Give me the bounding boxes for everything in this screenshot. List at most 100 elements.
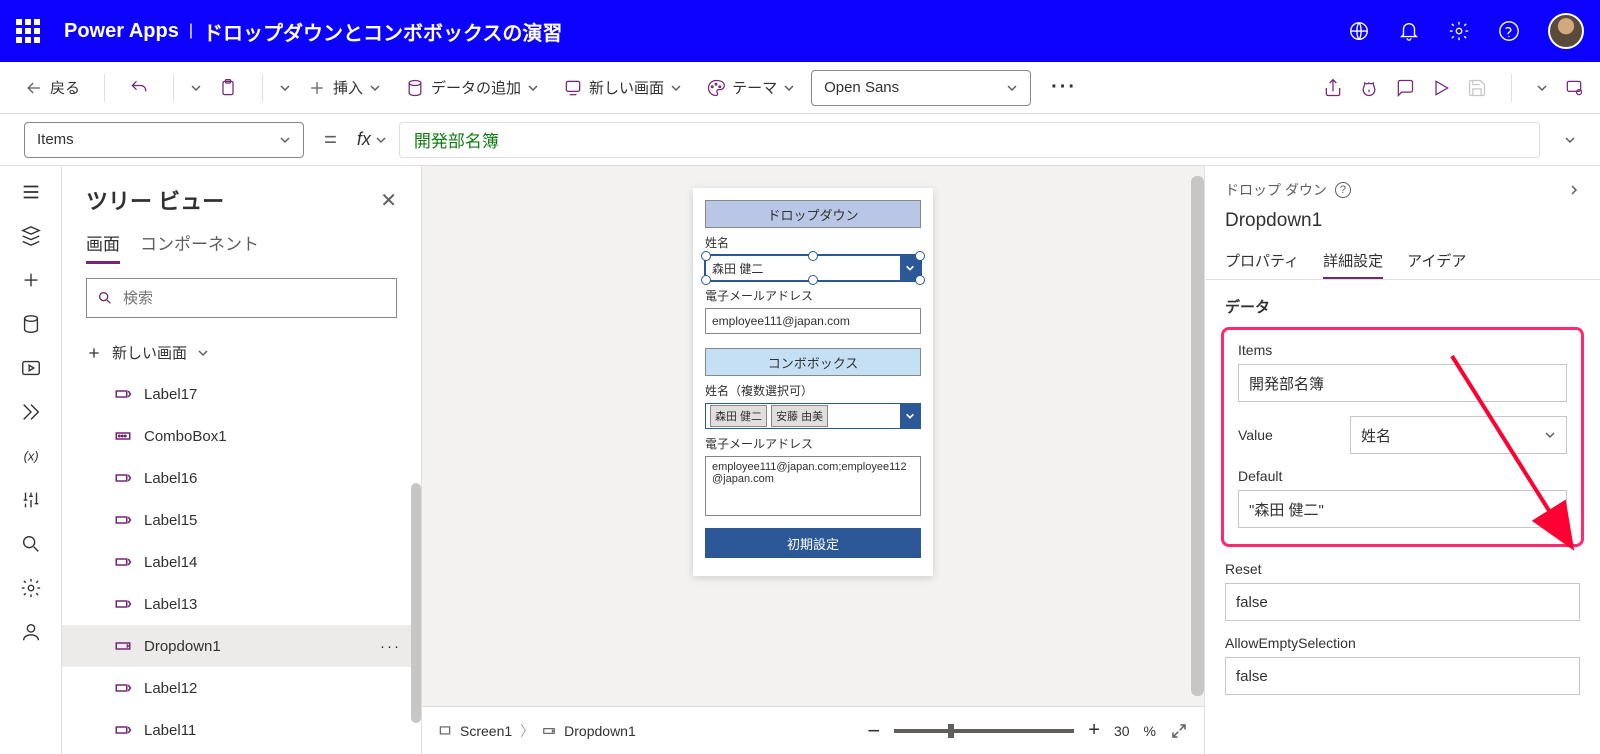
tree-item-label: Label15	[144, 512, 197, 529]
scrollbar[interactable]	[1191, 176, 1204, 696]
dropdown-section-header: ドロップダウン	[705, 200, 921, 228]
gear-icon[interactable]	[1448, 20, 1470, 42]
tree-item[interactable]: ComboBox1	[62, 415, 421, 457]
chevron-down-icon	[900, 404, 920, 428]
info-icon[interactable]: ?	[1335, 182, 1351, 198]
zoom-in[interactable]: +	[1088, 719, 1100, 742]
property-dropdown[interactable]: Items	[24, 122, 304, 158]
section-data: データ	[1225, 296, 1580, 317]
reset-input[interactable]: false	[1225, 583, 1580, 621]
property-value: Items	[37, 131, 74, 148]
fx-label[interactable]: fx	[357, 129, 387, 150]
rail-tree-view[interactable]	[19, 224, 43, 248]
back-button[interactable]: 戻る	[16, 73, 88, 102]
cb-email-field[interactable]: employee111@japan.com;employee112@japan.…	[705, 456, 921, 516]
more-button[interactable]: ···	[1039, 76, 1089, 99]
back-label: 戻る	[50, 77, 80, 98]
email-field[interactable]: employee111@japan.com	[705, 308, 921, 334]
tree-item[interactable]: Label14	[62, 541, 421, 583]
cb-name-label: 姓名（複数選択可）	[705, 382, 921, 399]
tab-properties[interactable]: プロパティ	[1225, 244, 1299, 280]
bell-icon[interactable]	[1398, 20, 1420, 42]
tree-item[interactable]: Label11	[62, 709, 421, 751]
comment-icon[interactable]	[1395, 78, 1415, 98]
allow-empty-label: AllowEmptySelection	[1225, 635, 1580, 651]
close-icon[interactable]: ✕	[380, 188, 397, 213]
rail-search[interactable]	[19, 532, 43, 556]
expand-icon[interactable]	[1170, 722, 1188, 740]
breadcrumb-screen: Screen1	[460, 723, 512, 739]
rail-media[interactable]	[19, 356, 43, 380]
chip[interactable]: 安藤 由美	[771, 405, 828, 427]
save-icon[interactable]	[1467, 78, 1487, 98]
rail-ask[interactable]	[19, 620, 43, 644]
name-label: 姓名	[705, 234, 921, 251]
tree-item[interactable]: Label16	[62, 457, 421, 499]
tree-item[interactable]: Label15	[62, 499, 421, 541]
rail-insert[interactable]	[19, 268, 43, 292]
palette-icon	[706, 78, 726, 98]
items-input[interactable]: 開発部名簿	[1238, 364, 1567, 402]
chip[interactable]: 森田 健二	[710, 405, 767, 427]
combobox-control[interactable]: 森田 健二 安藤 由美	[705, 403, 921, 429]
publish-icon[interactable]	[1564, 78, 1584, 98]
waffle-icon[interactable]	[16, 19, 40, 43]
tree-item[interactable]: Label13	[62, 583, 421, 625]
chevron-down-icon[interactable]	[190, 82, 202, 94]
tree-search[interactable]	[86, 278, 397, 318]
tree-item-label: Label11	[144, 722, 196, 739]
checker-icon[interactable]	[1359, 78, 1379, 98]
undo-icon	[129, 78, 149, 98]
breadcrumb-control: Dropdown1	[564, 723, 636, 739]
rail-variables[interactable]: (x)	[19, 444, 43, 468]
font-dropdown[interactable]: Open Sans	[811, 70, 1031, 106]
undo-button[interactable]	[121, 74, 157, 102]
new-screen-button[interactable]: 新しい画面	[555, 73, 690, 102]
tree-item-label: Label17	[144, 386, 197, 403]
formula-bar: Items = fx 開発部名簿	[0, 114, 1600, 166]
tree-item[interactable]: Label12	[62, 667, 421, 709]
app-canvas[interactable]: ドロップダウン 姓名 森田 健二 電子メールアドレス employee111@j…	[693, 188, 933, 576]
zoom-out[interactable]: −	[867, 718, 880, 744]
chevron-down-icon[interactable]	[1536, 82, 1548, 94]
tab-ideas[interactable]: アイデア	[1407, 244, 1466, 280]
chevron-down-icon[interactable]	[279, 82, 291, 94]
zoom-slider[interactable]	[894, 729, 1074, 733]
more-icon[interactable]: ···	[380, 638, 401, 655]
reset-button[interactable]: 初期設定	[705, 528, 921, 558]
tree-item[interactable]: Dropdown1 ···	[62, 625, 421, 667]
new-screen-button[interactable]: 新しい画面	[62, 332, 421, 373]
chevron-down-icon	[670, 82, 682, 94]
tab-screens[interactable]: 画面	[86, 224, 120, 264]
breadcrumb[interactable]: Screen1 〉 Dropdown1	[438, 721, 636, 741]
rail-settings[interactable]	[19, 576, 43, 600]
rail-data[interactable]	[19, 312, 43, 336]
play-icon[interactable]	[1431, 78, 1451, 98]
tab-components[interactable]: コンポーネント	[140, 224, 259, 264]
scrollbar[interactable]	[411, 483, 421, 723]
rail-tools[interactable]	[19, 488, 43, 512]
insert-button[interactable]: 挿入	[299, 73, 389, 102]
tree-item-label: Dropdown1	[144, 638, 221, 655]
tree-item[interactable]: Label17	[62, 373, 421, 415]
theme-button[interactable]: テーマ	[698, 73, 803, 102]
rail-hamburger[interactable]	[19, 180, 43, 204]
chevron-right-icon[interactable]	[1568, 184, 1580, 196]
avatar[interactable]	[1548, 13, 1584, 49]
formula-input[interactable]: 開発部名簿	[399, 122, 1540, 158]
allow-empty-input[interactable]: false	[1225, 657, 1580, 695]
chevron-down-icon[interactable]	[1564, 134, 1576, 146]
help-icon[interactable]	[1498, 20, 1520, 42]
environment-icon[interactable]	[1348, 20, 1370, 42]
paste-button[interactable]	[210, 74, 246, 102]
search-input[interactable]	[123, 290, 386, 307]
rail-power-automate[interactable]	[19, 400, 43, 424]
default-input[interactable]: "森田 健二"	[1238, 490, 1567, 528]
chevron-down-icon	[783, 82, 795, 94]
share-icon[interactable]	[1323, 78, 1343, 98]
combobox-section-header: コンボボックス	[705, 348, 921, 376]
dropdown-control[interactable]: 森田 健二	[705, 255, 921, 281]
tab-advanced[interactable]: 詳細設定	[1323, 244, 1383, 280]
value-select[interactable]: 姓名	[1350, 416, 1567, 454]
add-data-button[interactable]: データの追加	[397, 73, 547, 102]
